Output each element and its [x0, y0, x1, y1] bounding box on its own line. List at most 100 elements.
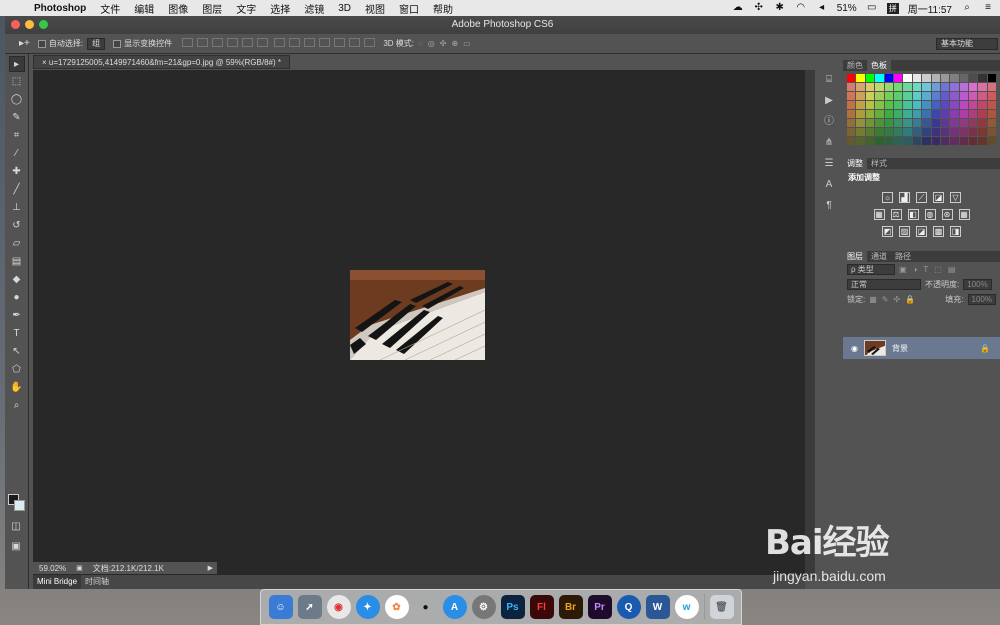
gradient-tool-icon[interactable]: ▤ [9, 254, 25, 270]
shape-tool-icon[interactable]: ⬠ [9, 362, 25, 378]
swatch-cell[interactable] [969, 74, 978, 82]
lock-icons[interactable]: ▦✎✣🔒 [869, 295, 920, 304]
status-export-icon[interactable]: ▣ [76, 564, 83, 572]
vibrance-icon[interactable]: ▽ [950, 192, 961, 203]
swatch-cell[interactable] [969, 83, 978, 91]
swatch-cell[interactable] [940, 92, 950, 100]
flash-icon[interactable]: Fl [529, 595, 554, 619]
bridge-icon[interactable]: Br [558, 595, 583, 619]
zoom-tool-icon[interactable]: ⌕ [9, 398, 25, 414]
close-window-button[interactable] [11, 20, 20, 29]
swatch-cell[interactable] [940, 137, 950, 145]
word-icon[interactable]: W [645, 595, 670, 619]
swatch-cell[interactable] [903, 83, 912, 91]
swatch-cell[interactable] [875, 92, 884, 100]
healing-brush-tool-icon[interactable]: ✚ [9, 164, 25, 180]
menu-select[interactable]: 选择 [270, 1, 290, 16]
channel-mixer-icon[interactable]: ⊛ [941, 209, 953, 220]
swatch-cell[interactable] [856, 128, 865, 136]
swatch-cell[interactable] [865, 92, 875, 100]
swatch-cell[interactable] [940, 74, 950, 82]
screen-mode-icon[interactable]: ▣ [8, 539, 24, 555]
swatch-cell[interactable] [893, 101, 903, 109]
swatch-cell[interactable] [922, 128, 931, 136]
swatch-cell[interactable] [893, 137, 903, 145]
swatch-cell[interactable] [912, 74, 922, 82]
hue-saturation-icon[interactable]: ▦ [873, 209, 885, 220]
premiere-icon[interactable]: Pr [587, 595, 612, 619]
swatch-cell[interactable] [987, 119, 997, 127]
brush-tool-icon[interactable]: ╱ [9, 182, 25, 198]
swatch-cell[interactable] [884, 128, 893, 136]
swatch-cell[interactable] [969, 110, 978, 118]
swatch-cell[interactable] [940, 101, 950, 109]
swatch-cell[interactable] [903, 101, 912, 109]
exposure-icon[interactable]: ◪ [933, 192, 944, 203]
swatch-cell[interactable] [922, 92, 931, 100]
swatch-cell[interactable] [978, 110, 987, 118]
black-white-icon[interactable]: ◧ [907, 209, 919, 220]
swatch-cell[interactable] [903, 92, 912, 100]
swatch-cell[interactable] [950, 119, 959, 127]
tab-paths[interactable]: 路径 [891, 251, 915, 262]
tab-color[interactable]: 颜色 [843, 60, 867, 71]
app-store-icon[interactable]: A [442, 595, 467, 619]
menu-filter[interactable]: 滤镜 [304, 1, 324, 16]
selective-color-icon[interactable]: ◨ [950, 226, 961, 237]
distribute-hcenter-icon[interactable] [334, 38, 346, 47]
menu-window[interactable]: 窗口 [399, 1, 419, 16]
swatch-cell[interactable] [959, 92, 969, 100]
swatch-cell[interactable] [969, 119, 978, 127]
swatch-cell[interactable] [978, 101, 987, 109]
swatch-cell[interactable] [931, 74, 940, 82]
brush-presets-icon[interactable]: ⋔ [822, 136, 836, 150]
tab-layers[interactable]: 图层 [843, 251, 867, 262]
swatch-cell[interactable] [875, 74, 884, 82]
dodge-tool-icon[interactable]: ● [9, 290, 25, 306]
align-hcenter-icon[interactable] [242, 38, 254, 47]
path-select-tool-icon[interactable]: ↖ [9, 344, 25, 360]
blend-mode-dropdown[interactable]: 正常 [847, 279, 921, 290]
swatch-cell[interactable] [847, 128, 856, 136]
swatch-cell[interactable] [969, 137, 978, 145]
swatch-cell[interactable] [893, 92, 903, 100]
3d-mode-icons[interactable]: ◌◎✣⊕▭ [418, 39, 476, 48]
swatch-cell[interactable] [950, 128, 959, 136]
menu-image[interactable]: 图像 [168, 1, 188, 16]
swatch-cell[interactable] [856, 101, 865, 109]
swatch-cell[interactable] [865, 74, 875, 82]
swatch-cell[interactable] [978, 137, 987, 145]
qq-icon[interactable]: ● [414, 595, 438, 619]
system-preferences-icon[interactable]: ⚙ [471, 595, 496, 619]
swatch-cell[interactable] [978, 128, 987, 136]
swatch-cell[interactable] [931, 101, 940, 109]
menu-edit[interactable]: 编辑 [134, 1, 154, 16]
swatch-cell[interactable] [865, 137, 875, 145]
opacity-input[interactable]: 100% [963, 279, 992, 290]
photos-icon[interactable]: ✿ [384, 595, 409, 619]
battery-icon[interactable]: ▭ [866, 2, 878, 14]
finder-icon[interactable]: ☺ [268, 595, 293, 619]
chrome-icon[interactable]: ◉ [326, 595, 351, 619]
move-tool-icon[interactable]: ▸ [8, 56, 25, 72]
swatch-cell[interactable] [950, 137, 959, 145]
swatch-cell[interactable] [912, 119, 922, 127]
background-color-swatch[interactable] [14, 500, 25, 511]
auto-select-dropdown[interactable]: 组 [87, 37, 106, 50]
wps-icon[interactable]: w [674, 595, 699, 619]
swatch-cell[interactable] [969, 128, 978, 136]
swatch-cell[interactable] [847, 92, 856, 100]
swatch-cell[interactable] [884, 74, 893, 82]
swatch-cell[interactable] [884, 92, 893, 100]
fill-input[interactable]: 100% [967, 294, 996, 305]
swatch-cell[interactable] [903, 119, 912, 127]
notification-list-icon[interactable]: ≡ [982, 2, 994, 14]
eraser-tool-icon[interactable]: ▱ [9, 236, 25, 252]
actions-panel-icon[interactable]: ▶ [822, 94, 836, 108]
apple-icon[interactable] [10, 1, 24, 15]
close-tab-icon[interactable]: × [42, 58, 49, 67]
swatch-cell[interactable] [884, 137, 893, 145]
swatch-cell[interactable] [931, 137, 940, 145]
swatch-cell[interactable] [893, 128, 903, 136]
swatch-cell[interactable] [931, 128, 940, 136]
